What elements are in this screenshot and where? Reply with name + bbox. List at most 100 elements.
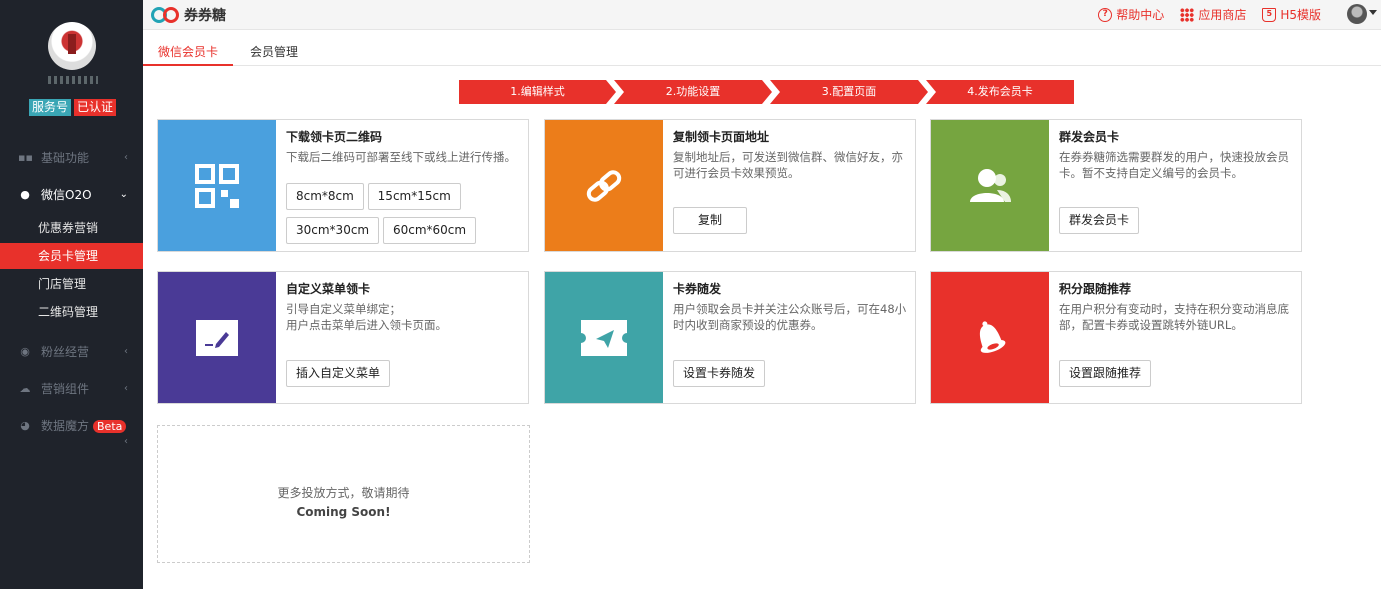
service-account-badge: 服务号 [29,99,72,116]
card-actions: 插入自定义菜单 [286,360,391,387]
qrcode-size-row-2: 30cm*30cm 60cm*60cm [286,217,477,244]
html5-icon: 5 [1262,7,1277,22]
logo-icon [151,6,181,24]
card-panel [158,272,276,403]
submenu-qrcode-management[interactable]: 二维码管理 [0,299,143,325]
step-configure-page[interactable]: 3.配置页面 [770,80,928,104]
copy-button[interactable]: 复制 [673,207,748,234]
menu-label: 粉丝经营 [41,345,90,359]
card-group-send: 群发会员卡 在券券糖筛选需要群发的用户，快速投放会员卡。暂不支持自定义编号的会员… [930,119,1302,252]
h5-template-link[interactable]: 5 H5模版 [1262,6,1321,23]
qrcode-size-15cm-button[interactable]: 15cm*15cm [367,183,461,210]
menu-label: 数据魔方 [41,419,90,433]
help-center-link[interactable]: ? 帮助中心 [1098,6,1164,23]
set-recommend-button[interactable]: 设置跟随推荐 [1059,360,1152,387]
sidebar: 服务号 已认证 ▪▪ 基础功能 ‹ ● 微信O2O ⌄ 优惠券营销 会员卡管理 … [0,0,143,589]
chevron-left-icon: ‹ [124,152,128,163]
qrcode-size-30cm-button[interactable]: 30cm*30cm [286,217,380,244]
pie-icon: ◕ [20,419,30,432]
coming-soon-placeholder: 更多投放方式，敬请期待 Coming Soon! [157,425,530,563]
h5-template-label: H5模版 [1280,8,1321,22]
help-center-label: 帮助中心 [1116,8,1165,22]
card-title: 自定义菜单领卡 [286,282,371,296]
card-body: 卡券随发 用户领取会员卡并关注公众账号后，可在48小时内收到商家预设的优惠券。 [673,280,907,333]
grid-icon: ▪▪ [18,151,33,164]
users-icon: ◉ [20,345,30,358]
bell-icon [979,320,1006,353]
menu-label-wrap: 数据魔方 Beta [41,412,127,441]
chevron-left-icon: ‹ [124,383,128,394]
card-actions: 设置跟随推荐 [1059,360,1152,387]
user-avatar[interactable] [1347,4,1367,24]
menu-fan-management[interactable]: ◉ 粉丝经营 ‹ [0,338,143,366]
qrcode-size-60cm-button[interactable]: 60cm*60cm [382,217,477,244]
qrcode-icon [195,163,239,208]
card-download-qrcode: 下载领卡页二维码 下载后二维码可部署至线下或线上进行传播。 8cm*8cm 15… [157,119,529,252]
verified-badge: 已认证 [74,99,117,116]
qrcode-size-8cm-button[interactable]: 8cm*8cm [286,183,364,210]
grid-icon [1180,7,1195,22]
card-panel [931,120,1049,251]
card-body: 群发会员卡 在券券糖筛选需要群发的用户，快速投放会员卡。暂不支持自定义编号的会员… [1059,128,1293,181]
app-store-link[interactable]: 应用商店 [1180,6,1246,23]
app-store-label: 应用商店 [1198,8,1247,22]
card-body: 复制领卡页面地址 复制地址后，可发送到微信群、微信好友，亦可进行会员卡效果预览。 [673,128,907,181]
card-actions: 复制 [673,207,748,234]
coming-soon-text: 更多投放方式，敬请期待 [277,486,410,500]
top-links: ? 帮助中心 应用商店 5 H5模版 [1098,6,1321,23]
cloud-icon: ☁ [19,382,31,395]
menu-data-cube[interactable]: ◕ 数据魔方 Beta ‹ [0,412,143,447]
card-body: 自定义菜单领卡 引导自定义菜单绑定； 用户点击菜单后进入领卡页面。 [286,280,520,333]
menu-label: 营销组件 [41,382,90,396]
chevron-left-icon: ‹ [124,436,128,447]
brand-name: 券券糖 [184,8,226,24]
card-description: 在券券糖筛选需要群发的用户，快速投放会员卡。暂不支持自定义编号的会员卡。 [1059,150,1289,180]
submenu-member-card[interactable]: 会员卡管理 [0,243,143,269]
menu-wechat-o2o[interactable]: ● 微信O2O ⌄ [0,181,143,209]
card-title: 群发会员卡 [1059,130,1120,144]
tab-wechat-member-card[interactable]: 微信会员卡 [143,38,234,66]
menu-label: 基础功能 [41,151,90,165]
tab-member-management[interactable]: 会员管理 [235,38,313,66]
account-name-blurred [48,76,98,84]
card-description-line: 引导自定义菜单绑定； [286,302,401,316]
card-actions: 设置卡券随发 [673,360,766,387]
card-description: 下载后二维码可部署至线下或线上进行传播。 [286,150,516,164]
card-coupon-follow: 卡券随发 用户领取会员卡并关注公众账号后，可在48小时内收到商家预设的优惠券。 … [544,271,916,404]
group-send-button[interactable]: 群发会员卡 [1059,207,1140,234]
step-function-settings[interactable]: 2.功能设置 [614,80,772,104]
menu-marketing-components[interactable]: ☁ 营销组件 ‹ [0,375,143,403]
beta-badge: Beta [93,420,127,433]
card-description: 引导自定义菜单绑定； 用户点击菜单后进入领卡页面。 [286,301,520,333]
set-coupon-button[interactable]: 设置卡券随发 [673,360,766,387]
edit-icon [196,319,238,356]
step-publish-card[interactable]: 4.发布会员卡 [926,80,1074,104]
card-description: 用户领取会员卡并关注公众账号后，可在48小时内收到商家预设的优惠券。 [673,302,907,332]
submenu-coupon-marketing[interactable]: 优惠券营销 [0,215,143,241]
tab-bar: 微信会员卡 会员管理 [143,38,1381,66]
card-title: 卡券随发 [673,282,722,296]
submenu-store-management[interactable]: 门店管理 [0,271,143,297]
insert-custom-menu-button[interactable]: 插入自定义菜单 [286,360,391,387]
ticket-icon [581,319,627,356]
help-icon: ? [1098,7,1113,22]
brand-logo[interactable]: 券券糖 [151,5,226,25]
card-description: 在用户积分有变动时，支持在积分变动消息底部，配置卡券或设置跳转外链URL。 [1059,302,1289,332]
card-body: 积分跟随推荐 在用户积分有变动时，支持在积分变动消息底部，配置卡券或设置跳转外链… [1059,280,1293,333]
qrcode-size-row-1: 8cm*8cm 15cm*15cm [286,183,461,210]
card-title: 复制领卡页面地址 [673,130,770,144]
chevron-left-icon: ‹ [124,346,128,357]
menu-basic-functions[interactable]: ▪▪ 基础功能 ‹ [0,144,143,172]
card-panel [931,272,1049,403]
link-icon [586,169,622,202]
card-description: 复制地址后，可发送到微信群、微信好友，亦可进行会员卡效果预览。 [673,150,903,180]
card-panel [158,120,276,251]
caret-down-icon[interactable] [1369,10,1377,15]
step-edit-style[interactable]: 1.编辑样式 [459,80,616,104]
top-bar: 券券糖 ? 帮助中心 应用商店 5 H5模版 [143,0,1381,30]
card-body: 下载领卡页二维码 下载后二维码可部署至线下或线上进行传播。 [286,128,520,165]
users-icon [970,168,1011,202]
card-custom-menu: 自定义菜单领卡 引导自定义菜单绑定； 用户点击菜单后进入领卡页面。 插入自定义菜… [157,271,529,404]
account-avatar[interactable] [48,22,96,70]
menu-label: 微信O2O [41,188,92,202]
